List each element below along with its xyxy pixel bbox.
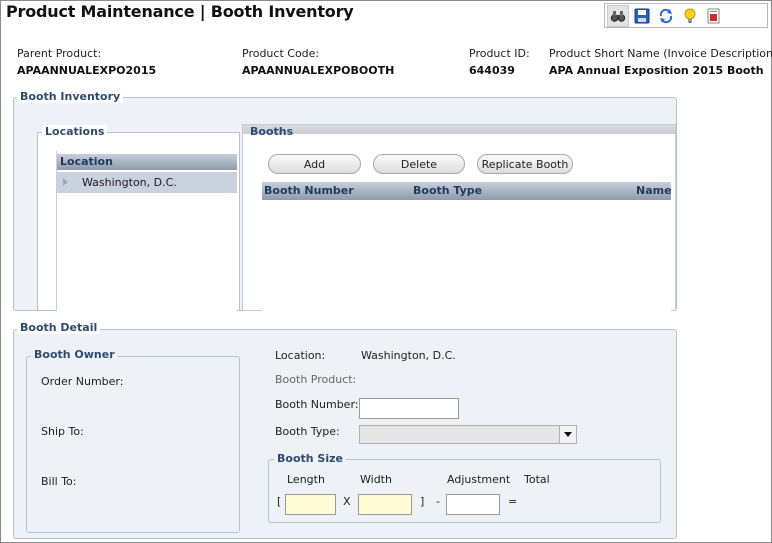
report-icon[interactable] [703, 5, 725, 27]
location-value: Washington, D.C. [361, 349, 456, 362]
adjustment-input[interactable] [446, 494, 500, 515]
minus-sign: - [436, 495, 440, 508]
booths-table [262, 181, 671, 311]
product-id-value: 644039 [469, 64, 515, 77]
column-header-name[interactable]: Name [636, 184, 672, 197]
length-label: Length [287, 473, 325, 486]
add-button[interactable]: Add [268, 154, 361, 174]
replicate-booth-button[interactable]: Replicate Booth [477, 154, 573, 174]
open-bracket: [ [277, 495, 282, 508]
parent-product-value: APAANNUALEXPO2015 [17, 64, 157, 77]
refresh-icon[interactable] [655, 5, 677, 27]
column-header-booth-number[interactable]: Booth Number [264, 184, 354, 197]
delete-button[interactable]: Delete [373, 154, 465, 174]
booth-size-legend: Booth Size [274, 452, 346, 465]
expand-arrow-icon[interactable] [63, 178, 68, 186]
page-title: Product Maintenance | Booth Inventory [6, 2, 354, 21]
short-name-label: Product Short Name (Invoice Description)… [549, 47, 772, 60]
save-icon[interactable] [631, 5, 653, 27]
booths-panel-header-bar [243, 125, 675, 134]
bill-to-label: Bill To: [41, 475, 77, 488]
booth-detail-legend: Booth Detail [17, 321, 101, 334]
product-id-label: Product ID: [469, 47, 530, 60]
location-label: Location: [275, 349, 326, 362]
product-code-label: Product Code: [242, 47, 320, 60]
booth-number-input[interactable] [359, 398, 459, 419]
times-sign: X [343, 495, 351, 508]
close-bracket: ] [420, 495, 425, 508]
adjustment-label: Adjustment [447, 473, 511, 486]
binoculars-icon[interactable] [607, 4, 629, 27]
lightbulb-icon[interactable] [679, 5, 701, 27]
booth-type-label: Booth Type: [275, 425, 340, 438]
short-name-value: APA Annual Exposition 2015 Booth [549, 64, 764, 77]
order-number-label: Order Number: [41, 375, 124, 388]
locations-legend: Locations [42, 125, 108, 138]
booth-product-label: Booth Product: [275, 373, 357, 386]
parent-product-label: Parent Product: [17, 47, 102, 60]
booth-type-select[interactable] [359, 425, 577, 444]
toolbar [604, 3, 768, 28]
product-code-value: APAANNUALEXPOBOOTH [242, 64, 395, 77]
total-label: Total [524, 473, 550, 486]
ship-to-label: Ship To: [41, 425, 84, 438]
booth-number-label: Booth Number: [275, 398, 359, 411]
column-header-booth-type[interactable]: Booth Type [413, 184, 482, 197]
width-label: Width [360, 473, 392, 486]
booth-inventory-legend: Booth Inventory [17, 90, 124, 103]
chevron-down-icon[interactable] [559, 426, 576, 443]
width-input[interactable] [358, 494, 412, 515]
location-column-header[interactable]: Location [57, 154, 237, 170]
product-maintenance-window: Product Maintenance | Booth Inventory Pa… [0, 0, 772, 543]
length-input[interactable] [285, 494, 336, 515]
location-item-label: Washington, D.C. [82, 176, 177, 189]
equals-sign: = [508, 495, 518, 508]
booth-owner-legend: Booth Owner [31, 348, 118, 361]
booths-legend: Booths [250, 125, 294, 138]
